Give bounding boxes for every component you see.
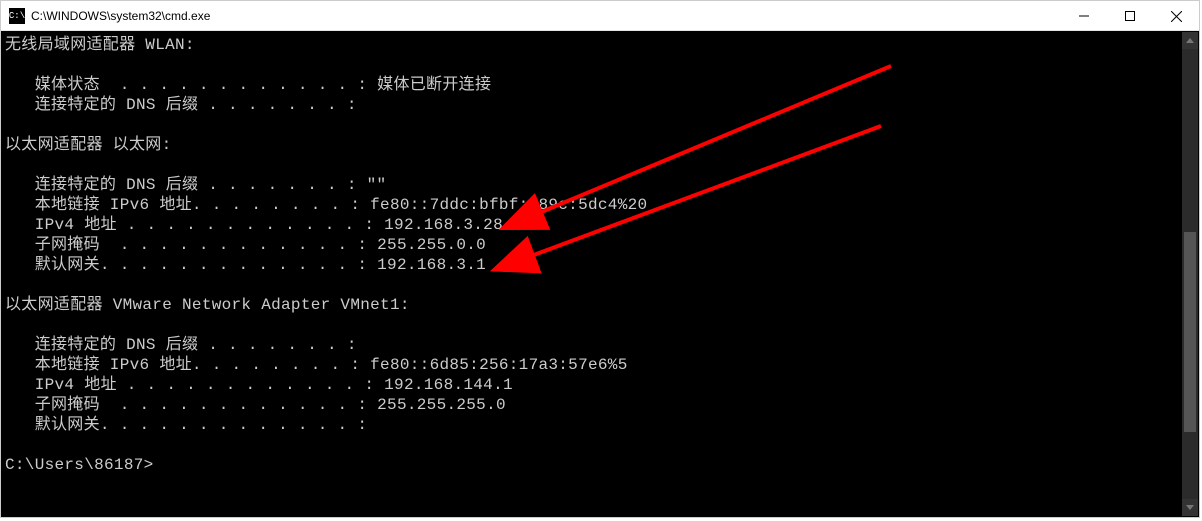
chevron-up-icon — [1186, 38, 1194, 43]
config-row: 连接特定的 DNS 后缀 . . . . . . . : — [5, 335, 1199, 355]
row-label: 子网掩码 . . . . . . . . . . . . : — [5, 236, 377, 254]
row-label: 连接特定的 DNS 后缀 . . . . . . . : — [5, 176, 367, 194]
section-header: 无线局域网适配器 WLAN: — [5, 35, 1199, 55]
config-row: 连接特定的 DNS 后缀 . . . . . . . : "" — [5, 175, 1199, 195]
blank-line — [5, 315, 1199, 335]
prompt-line[interactable]: C:\Users\86187> — [5, 455, 1199, 475]
window-controls — [1061, 1, 1199, 30]
row-label: 连接特定的 DNS 后缀 . . . . . . . : — [5, 336, 357, 354]
app-icon: C:\ — [9, 8, 25, 24]
blank-line — [5, 115, 1199, 135]
close-icon — [1171, 11, 1182, 22]
row-value: 255.255.255.0 — [377, 396, 506, 414]
minimize-button[interactable] — [1061, 1, 1107, 31]
minimize-icon — [1079, 11, 1089, 21]
row-label: 本地链接 IPv6 地址. . . . . . . . : — [5, 356, 370, 374]
row-label: 子网掩码 . . . . . . . . . . . . : — [5, 396, 377, 414]
blank-line — [5, 55, 1199, 75]
section-header: 以太网适配器 VMware Network Adapter VMnet1: — [5, 295, 1199, 315]
row-value: 192.168.3.28 — [384, 216, 503, 234]
row-value: fe80::6d85:256:17a3:57e6%5 — [370, 356, 627, 374]
row-label: 默认网关. . . . . . . . . . . . . : — [5, 416, 367, 434]
row-label: 媒体状态 . . . . . . . . . . . . : — [5, 76, 377, 94]
config-row: 媒体状态 . . . . . . . . . . . . : 媒体已断开连接 — [5, 75, 1199, 95]
config-row: IPv4 地址 . . . . . . . . . . . . : 192.16… — [5, 215, 1199, 235]
blank-line — [5, 435, 1199, 455]
blank-line — [5, 275, 1199, 295]
section-header: 以太网适配器 以太网: — [5, 135, 1199, 155]
chevron-down-icon — [1186, 505, 1194, 510]
row-label: 连接特定的 DNS 后缀 . . . . . . . : — [5, 96, 357, 114]
row-label: 默认网关. . . . . . . . . . . . . : — [5, 256, 377, 274]
vertical-scrollbar[interactable] — [1182, 32, 1198, 516]
window-title: C:\WINDOWS\system32\cmd.exe — [31, 9, 1061, 23]
config-row: 本地链接 IPv6 地址. . . . . . . . : fe80::6d85… — [5, 355, 1199, 375]
config-row: 连接特定的 DNS 后缀 . . . . . . . : — [5, 95, 1199, 115]
blank-line — [5, 155, 1199, 175]
config-row: 默认网关. . . . . . . . . . . . . : — [5, 415, 1199, 435]
row-label: IPv4 地址 . . . . . . . . . . . . : — [5, 216, 384, 234]
config-row: 子网掩码 . . . . . . . . . . . . : 255.255.2… — [5, 395, 1199, 415]
row-value: 255.255.0.0 — [377, 236, 486, 254]
row-value: 192.168.3.1 — [377, 256, 486, 274]
config-row: IPv4 地址 . . . . . . . . . . . . : 192.16… — [5, 375, 1199, 395]
row-value: fe80::7ddc:bfbf:989c:5dc4%20 — [370, 196, 647, 214]
row-value: 192.168.144.1 — [384, 376, 513, 394]
scroll-up-button[interactable] — [1182, 32, 1198, 49]
scroll-down-button[interactable] — [1182, 499, 1198, 516]
row-label: 本地链接 IPv6 地址. . . . . . . . : — [5, 196, 370, 214]
close-button[interactable] — [1153, 1, 1199, 31]
config-row: 默认网关. . . . . . . . . . . . . : 192.168.… — [5, 255, 1199, 275]
config-row: 子网掩码 . . . . . . . . . . . . : 255.255.0… — [5, 235, 1199, 255]
maximize-button[interactable] — [1107, 1, 1153, 31]
row-label: IPv4 地址 . . . . . . . . . . . . : — [5, 376, 384, 394]
scrollbar-thumb[interactable] — [1184, 232, 1196, 432]
terminal-area[interactable]: 无线局域网适配器 WLAN: 媒体状态 . . . . . . . . . . … — [1, 31, 1199, 517]
row-value: "" — [367, 176, 387, 194]
titlebar[interactable]: C:\ C:\WINDOWS\system32\cmd.exe — [1, 1, 1199, 31]
cmd-window: C:\ C:\WINDOWS\system32\cmd.exe 无线局域网适配器… — [0, 0, 1200, 518]
maximize-icon — [1125, 11, 1135, 21]
row-value: 媒体已断开连接 — [377, 76, 491, 94]
config-row: 本地链接 IPv6 地址. . . . . . . . : fe80::7ddc… — [5, 195, 1199, 215]
